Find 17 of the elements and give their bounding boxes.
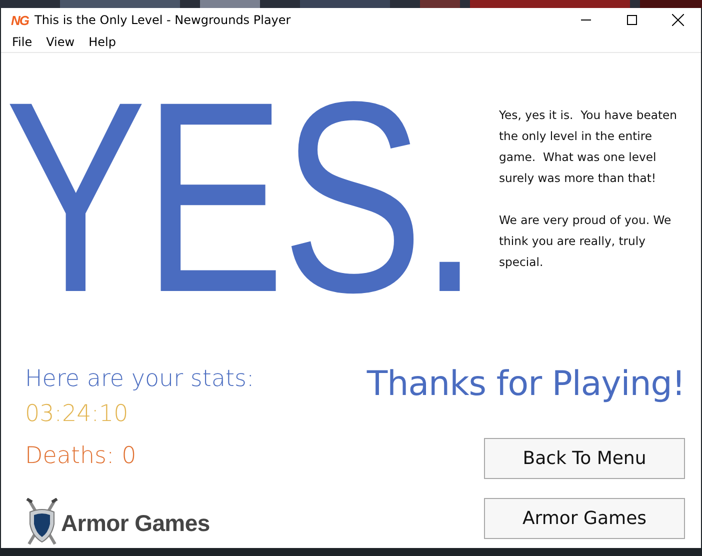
window-title: This is the Only Level - Newgrounds Player: [34, 13, 292, 27]
thanks-text: Thanks for Playing!: [366, 363, 685, 406]
app-logo-icon: NG: [11, 12, 28, 28]
time-stat: 03:24:10: [25, 400, 128, 429]
close-icon: [672, 14, 684, 26]
deaths-stat: Deaths: 0: [25, 442, 136, 471]
menu-button[interactable]: Armor Games: [484, 498, 685, 539]
message-paragraph: Yes, yes it is. You have beaten the only level in the entire game. What was one level surely was more than that!: [499, 107, 678, 187]
menu-button[interactable]: Back To Menu: [484, 438, 685, 479]
menu-item[interactable]: File: [5, 35, 40, 49]
message-paragraph: We are very proud of you. We think you are really, truly special.: [499, 212, 672, 271]
stats-heading: Here are your stats:: [25, 365, 254, 394]
headline: YES.: [5, 61, 476, 333]
menu-item[interactable]: Help: [82, 35, 123, 49]
menu-item[interactable]: View: [39, 35, 82, 49]
logo-text: Armor Games: [61, 510, 210, 536]
maximize-icon: [627, 15, 637, 25]
